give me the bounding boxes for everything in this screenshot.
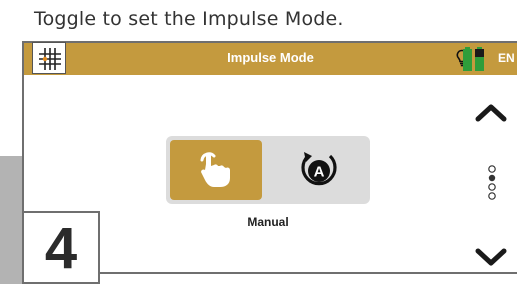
toggle-option-auto[interactable]: A [270, 140, 366, 200]
battery-icon [463, 47, 484, 71]
impulse-mode-toggle[interactable]: A [166, 136, 370, 204]
auto-mode-icon: A [301, 152, 337, 186]
step-number-box: 4 [22, 211, 100, 284]
chevron-up-icon[interactable] [474, 101, 508, 123]
hand-tap-icon [200, 152, 230, 187]
side-bar-decoration [0, 156, 22, 284]
chevron-down-icon[interactable] [474, 247, 508, 269]
header-bar: Impulse Mode EN [24, 42, 517, 75]
svg-text:A: A [314, 164, 325, 181]
toggle-option-manual[interactable] [170, 140, 262, 200]
step-number: 4 [44, 216, 78, 281]
page-title: Impulse Mode [227, 50, 314, 65]
selected-mode-label: Manual [247, 215, 289, 229]
more-dots-icon[interactable] [487, 163, 497, 203]
instruction-caption: Toggle to set the Impulse Mode. [34, 8, 344, 30]
language-indicator[interactable]: EN [498, 51, 515, 65]
